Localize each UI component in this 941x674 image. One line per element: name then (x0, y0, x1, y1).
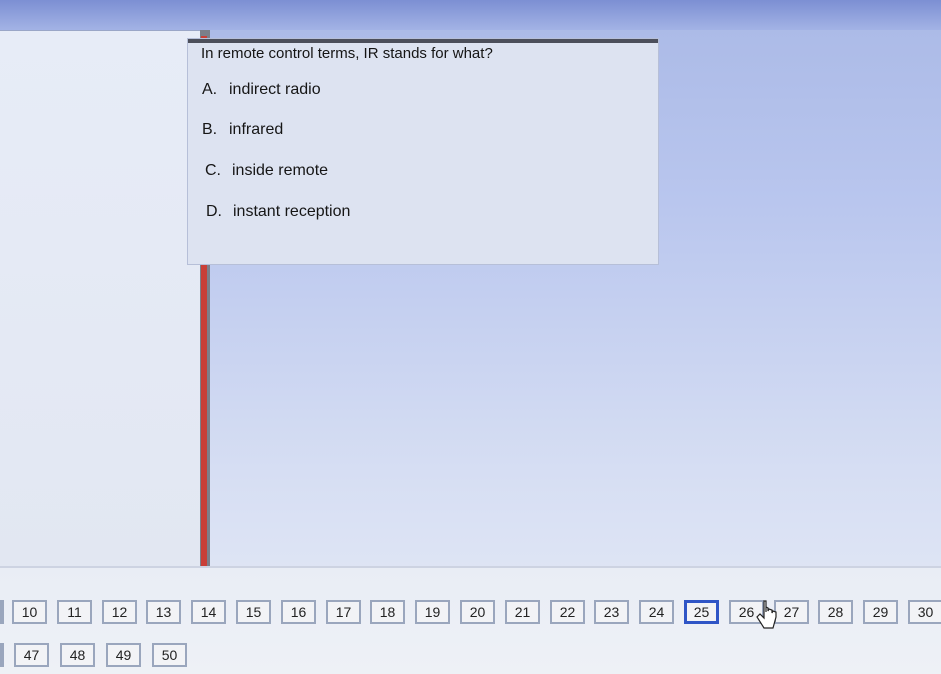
question-nav-button-28[interactable]: 28 (818, 600, 853, 624)
screen: In remote control terms, IR stands for w… (0, 0, 941, 674)
question-nav-button-22[interactable]: 22 (550, 600, 585, 624)
question-nav-button-49[interactable]: 49 (106, 643, 141, 667)
answer-letter: B. (202, 121, 218, 138)
answer-text: instant reception (233, 203, 351, 220)
answer-letter: C. (205, 162, 221, 179)
question-panel-top-bar (188, 39, 658, 43)
question-nav-button-edge (0, 643, 4, 667)
question-navigation-bar: 10 11 12 13 14 15 16 17 18 19 20 21 22 23 24 25 26 27 28 29… (0, 566, 941, 674)
answer-option-d[interactable]: D. instant reception (206, 203, 350, 221)
answer-letter: A. (202, 81, 218, 98)
left-pane (0, 30, 200, 567)
question-nav-button-14[interactable]: 14 (191, 600, 226, 624)
question-nav-button-edge (0, 600, 4, 624)
question-nav-button-16[interactable]: 16 (281, 600, 316, 624)
question-panel: In remote control terms, IR stands for w… (187, 38, 659, 265)
question-nav-button-48[interactable]: 48 (60, 643, 95, 667)
answer-option-b[interactable]: B. infrared (202, 121, 283, 139)
answer-text: indirect radio (229, 81, 321, 98)
question-nav-button-25[interactable]: 25 (684, 600, 719, 624)
question-nav-button-17[interactable]: 17 (326, 600, 361, 624)
question-nav-button-11[interactable]: 11 (57, 600, 92, 624)
question-nav-button-30[interactable]: 30 (908, 600, 941, 624)
question-nav-button-47[interactable]: 47 (14, 643, 49, 667)
question-nav-button-29[interactable]: 29 (863, 600, 898, 624)
question-nav-button-20[interactable]: 20 (460, 600, 495, 624)
question-nav-button-24[interactable]: 24 (639, 600, 674, 624)
question-nav-button-12[interactable]: 12 (102, 600, 137, 624)
answer-option-a[interactable]: A. indirect radio (202, 81, 321, 99)
question-nav-button-13[interactable]: 13 (146, 600, 181, 624)
question-nav-button-23[interactable]: 23 (594, 600, 629, 624)
answer-text: inside remote (232, 162, 329, 179)
question-nav-button-27[interactable]: 27 (774, 600, 809, 624)
question-nav-button-15[interactable]: 15 (236, 600, 271, 624)
question-nav-button-18[interactable]: 18 (370, 600, 405, 624)
question-nav-button-50[interactable]: 50 (152, 643, 187, 667)
mouse-cursor-icon (756, 600, 777, 629)
question-nav-button-19[interactable]: 19 (415, 600, 450, 624)
question-nav-button-21[interactable]: 21 (505, 600, 540, 624)
question-text: In remote control terms, IR stands for w… (201, 45, 493, 62)
answer-text: infrared (229, 121, 284, 138)
answer-option-c[interactable]: C. inside remote (205, 162, 328, 180)
top-strip (0, 0, 941, 30)
answer-letter: D. (206, 203, 222, 220)
question-nav-button-10[interactable]: 10 (12, 600, 47, 624)
